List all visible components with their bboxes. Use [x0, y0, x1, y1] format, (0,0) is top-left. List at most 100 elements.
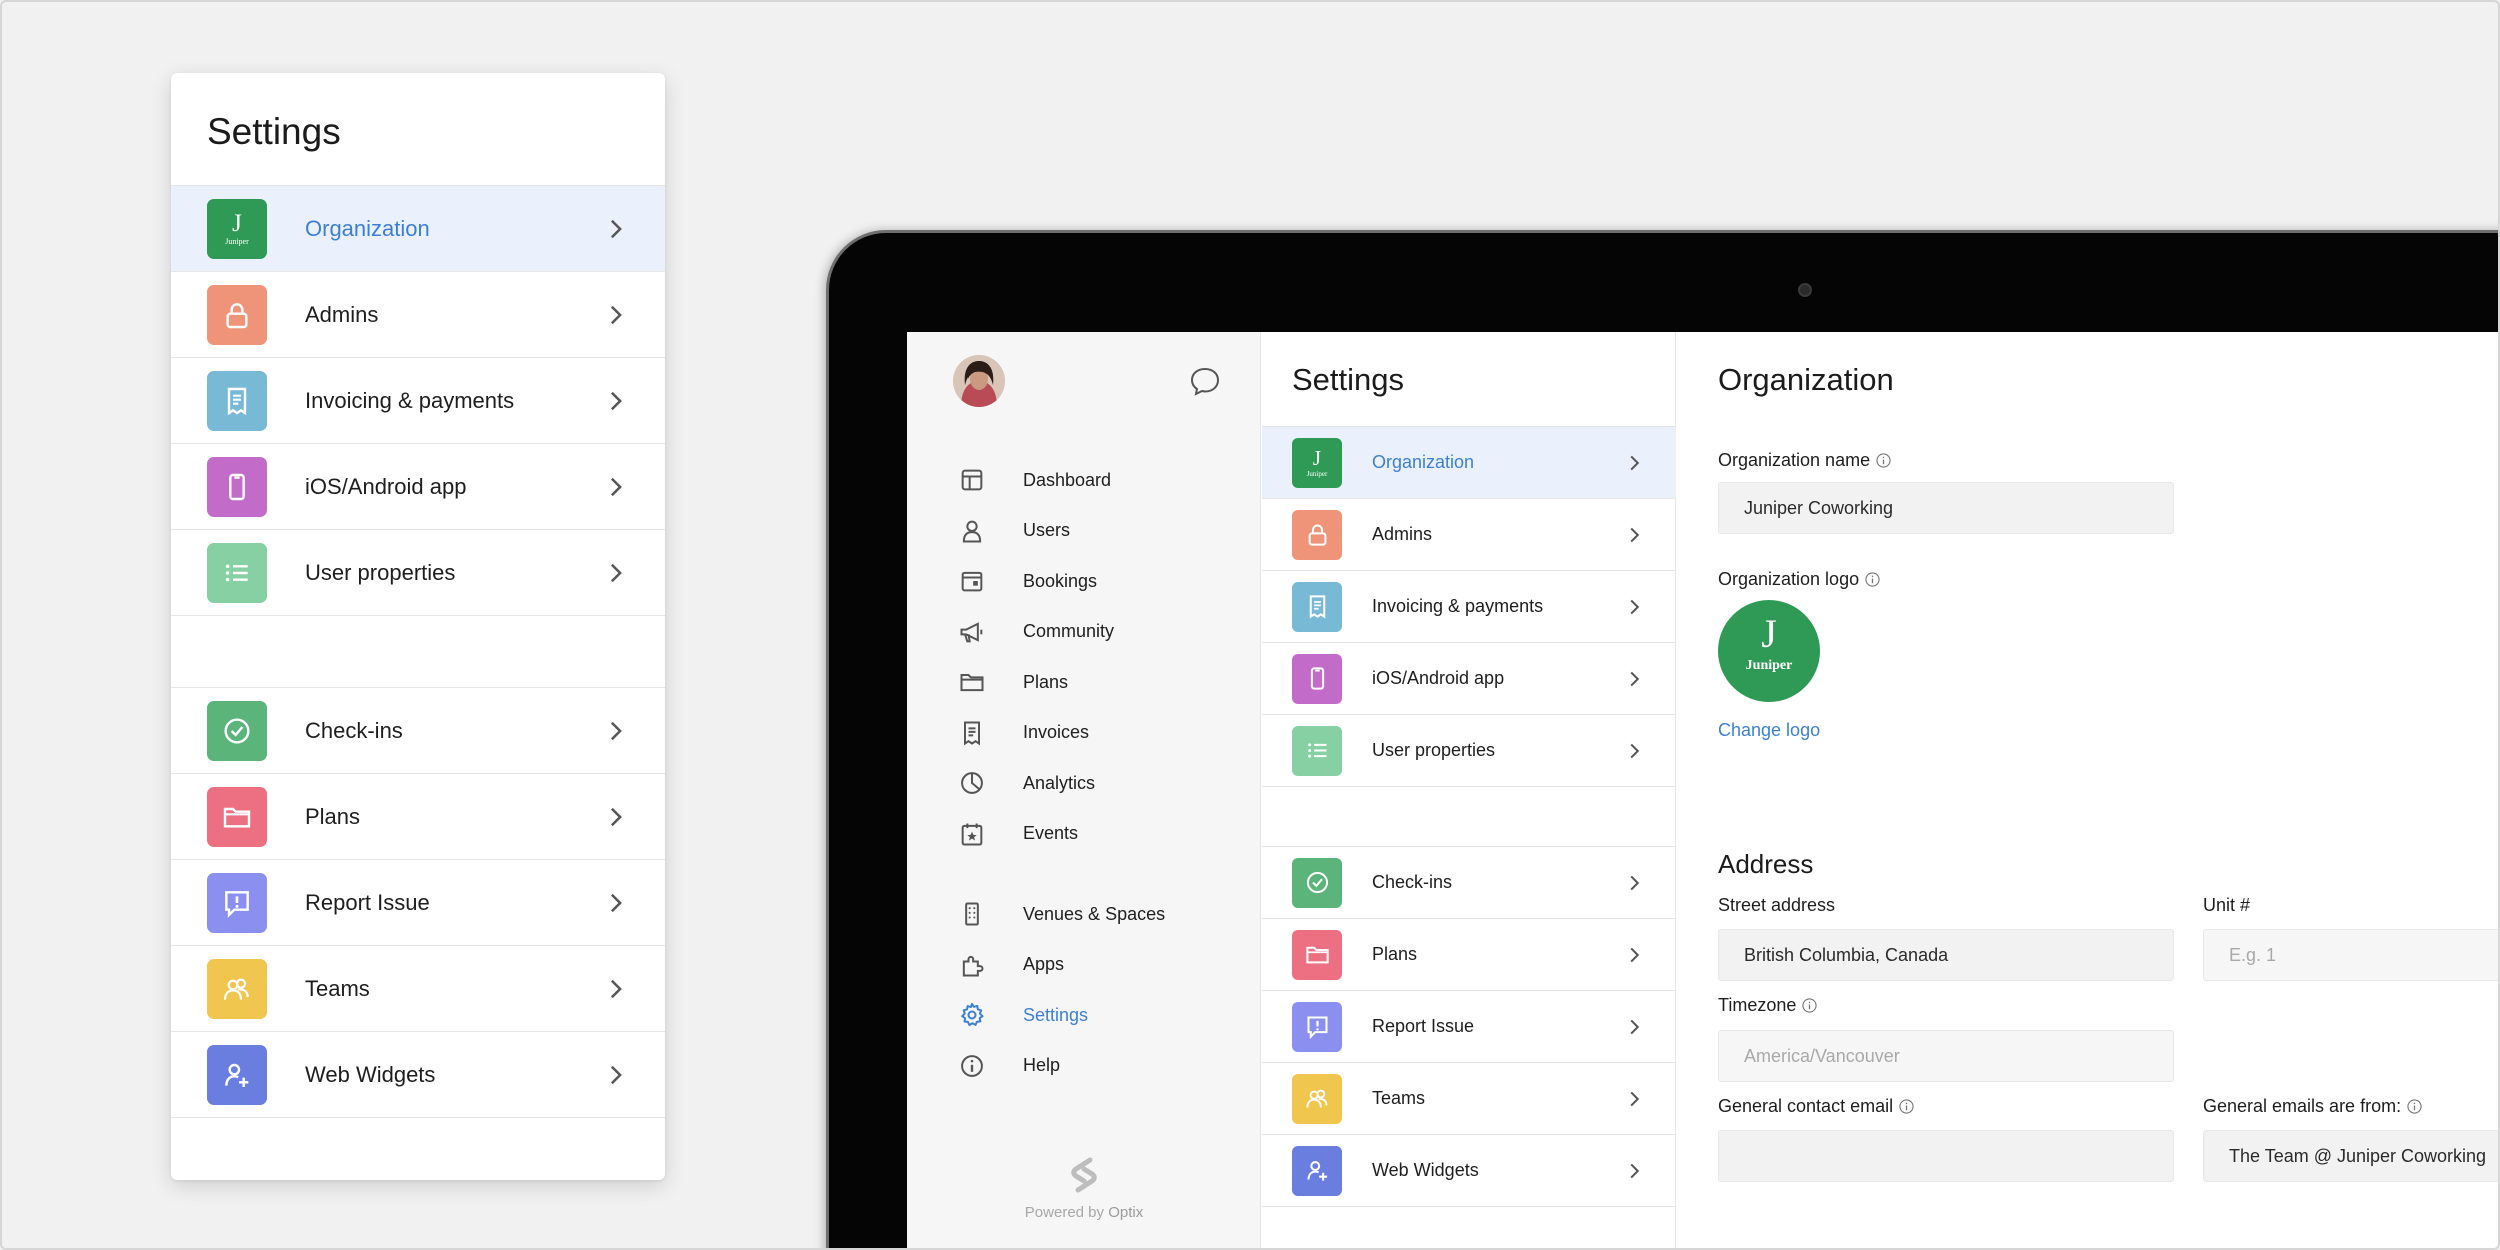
puzzle-icon	[957, 950, 987, 980]
settings-item-organization[interactable]: J Juniper Organization	[1262, 427, 1676, 499]
settings-item-ios-android-app[interactable]: iOS/Android app	[1262, 643, 1676, 715]
building-icon	[957, 899, 987, 929]
card-item-check-ins[interactable]: Check-ins	[171, 688, 665, 774]
sidebar-item-settings[interactable]: Settings	[957, 995, 1088, 1035]
sidebar-item-analytics[interactable]: Analytics	[957, 763, 1095, 803]
settings-card-header: Settings	[171, 73, 665, 186]
settings-card-spacer	[171, 616, 665, 688]
sidebar-item-label: Settings	[1023, 1004, 1089, 1025]
settings-card-group-1: J Juniper Organization Admins Invoicing & p…	[171, 186, 665, 616]
settings-item-check-ins[interactable]: Check-ins	[1262, 847, 1676, 919]
settings-item-label: Plans	[1372, 944, 1418, 964]
org-name-input[interactable]: Juniper Coworking	[1718, 482, 2174, 534]
juniper-logo-icon: J Juniper	[207, 198, 267, 259]
teams-icon	[1292, 1073, 1342, 1124]
sidebar-item-dashboard[interactable]: Dashboard	[957, 460, 1111, 500]
sidebar-item-label: Apps	[1023, 954, 1065, 974]
logo-letter: J	[1761, 611, 1777, 656]
app-sidebar: Dashboard Users Bookings Community Plans Invo…	[907, 332, 1261, 1248]
settings-item-label: Invoicing & payments	[1372, 596, 1544, 616]
receipt-icon	[207, 370, 267, 431]
sidebar-item-community[interactable]: Community	[957, 612, 1114, 652]
card-item-teams[interactable]: Teams	[171, 946, 665, 1032]
unit-label: Unit #	[2203, 895, 2250, 916]
juniper-letter: J	[1312, 445, 1322, 470]
chevron-right-icon	[609, 304, 623, 326]
settings-card-title: Settings	[207, 111, 341, 152]
chevron-right-icon	[1629, 598, 1640, 616]
chevron-right-icon	[1629, 454, 1640, 472]
settings-item-web-widgets[interactable]: Web Widgets	[1262, 1135, 1676, 1207]
card-item-web-widgets[interactable]: Web Widgets	[171, 1032, 665, 1118]
calendar-star-icon	[957, 819, 987, 849]
settings-item-report-issue[interactable]: Report Issue	[1262, 991, 1676, 1063]
card-item-label: Organization	[305, 215, 430, 241]
org-name-label: Organization name	[1718, 450, 1891, 471]
card-item-report-issue[interactable]: Report Issue	[171, 860, 665, 946]
info-icon[interactable]	[1865, 572, 1880, 587]
folder-icon	[1292, 929, 1342, 980]
pie-chart-icon	[957, 768, 987, 798]
info-icon[interactable]	[1899, 1099, 1914, 1114]
invoice-icon	[957, 718, 987, 748]
settings-item-user-properties[interactable]: User properties	[1262, 715, 1676, 787]
teams-icon	[207, 958, 267, 1019]
page-title: Organization	[1718, 362, 1894, 397]
street-address-label: Street address	[1718, 895, 1835, 916]
card-item-plans[interactable]: Plans	[171, 774, 665, 860]
settings-column: Settings J Juniper Organization Admins Invo…	[1262, 332, 1676, 1248]
card-item-user-properties[interactable]: User properties	[171, 530, 665, 616]
sidebar-item-events[interactable]: Events	[957, 814, 1078, 854]
card-item-ios-android-app[interactable]: iOS/Android app	[171, 444, 665, 530]
sidebar-item-label: Venues & Spaces	[1023, 903, 1166, 924]
chevron-right-icon	[1629, 1162, 1640, 1180]
settings-item-admins[interactable]: Admins	[1262, 499, 1676, 571]
dashboard-icon	[957, 465, 987, 495]
sidebar-item-invoices[interactable]: Invoices	[957, 713, 1089, 753]
app-screen: Dashboard Users Bookings Community Plans Invo…	[907, 332, 2498, 1248]
card-item-label: Admins	[305, 301, 379, 327]
sidebar-item-plans[interactable]: Plans	[957, 662, 1068, 702]
card-item-admins[interactable]: Admins	[171, 272, 665, 358]
settings-item-teams[interactable]: Teams	[1262, 1063, 1676, 1135]
phone-icon	[1292, 653, 1342, 704]
sidebar-item-label: Users	[1023, 520, 1071, 540]
chevron-right-icon	[609, 562, 623, 584]
lock-icon	[1292, 509, 1342, 560]
settings-item-label: Teams	[1372, 1088, 1426, 1108]
chevron-right-icon	[1629, 742, 1640, 760]
street-address-label-text: Street address	[1718, 895, 1836, 915]
settings-column-list: J Juniper Organization Admins Invoicing & p…	[1262, 426, 1676, 1207]
street-address-input[interactable]: British Columbia, Canada	[1718, 929, 2174, 981]
change-logo-link[interactable]: Change logo	[1718, 720, 1820, 741]
org-name-label-text: Organization name	[1718, 450, 1871, 470]
juniper-logo-icon: J Juniper	[1292, 437, 1342, 488]
timezone-label: Timezone	[1718, 995, 1817, 1016]
sidebar-item-bookings[interactable]: Bookings	[957, 561, 1097, 601]
contact-email-input[interactable]	[1718, 1130, 2174, 1182]
chevron-right-icon	[1629, 670, 1640, 688]
emails-from-input[interactable]: The Team @ Juniper Coworking	[2203, 1130, 2498, 1182]
sidebar-item-help[interactable]: Help	[957, 1046, 1060, 1086]
chevron-right-icon	[609, 476, 623, 498]
card-item-invoicing-payments[interactable]: Invoicing & payments	[171, 358, 665, 444]
emails-from-label-text: General emails are from:	[2203, 1096, 2402, 1116]
info-icon[interactable]	[2407, 1099, 2422, 1114]
powered-by-brand[interactable]: Optix	[1108, 1204, 1143, 1221]
sidebar-item-users[interactable]: Users	[957, 511, 1070, 551]
avatar[interactable]	[953, 355, 1005, 407]
info-icon[interactable]	[1802, 998, 1817, 1013]
sidebar-item-apps[interactable]: Apps	[957, 945, 1064, 985]
unit-input[interactable]: E.g. 1	[2203, 929, 2498, 981]
chevron-right-icon	[609, 390, 623, 412]
info-icon[interactable]	[1876, 453, 1891, 468]
chat-icon[interactable]	[1189, 366, 1221, 396]
sidebar-item-venues-spaces[interactable]: Venues & Spaces	[957, 894, 1165, 934]
card-item-organization[interactable]: J Juniper Organization	[171, 186, 665, 272]
org-logo-label-text: Organization logo	[1718, 569, 1860, 589]
settings-item-plans[interactable]: Plans	[1262, 919, 1676, 991]
timezone-select[interactable]: America/Vancouver	[1718, 1030, 2174, 1082]
settings-item-invoicing-payments[interactable]: Invoicing & payments	[1262, 571, 1676, 643]
sidebar-item-label: Bookings	[1023, 570, 1098, 591]
chevron-right-icon	[1629, 526, 1640, 544]
